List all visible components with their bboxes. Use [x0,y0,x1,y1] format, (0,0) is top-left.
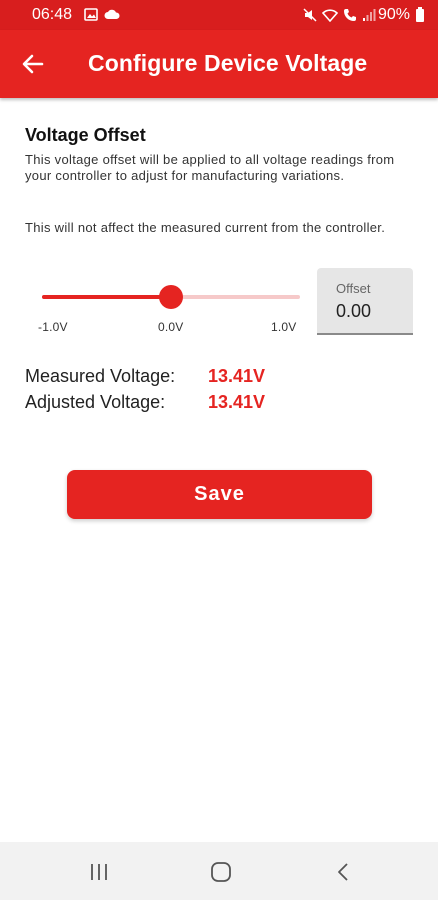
page-title: Configure Device Voltage [88,50,368,76]
save-button[interactable]: Save [67,470,372,519]
slider-max-label: 1.0V [271,320,297,334]
measured-voltage-row: Measured Voltage: 13.41V [25,366,265,387]
recents-icon[interactable] [87,860,111,884]
back-arrow-icon[interactable] [18,50,48,78]
image-icon [84,8,98,21]
slider-fill [42,295,171,299]
slider-min-label: -1.0V [38,320,68,334]
offset-input[interactable]: Offset 0.00 [317,268,413,335]
measured-voltage-value: 13.41V [208,366,266,386]
section-title: Voltage Offset [25,125,146,145]
adjusted-voltage-value: 13.41V [208,392,266,412]
offset-slider[interactable] [42,284,300,310]
status-icons-right [303,8,376,22]
adjusted-voltage-label: Adjusted Voltage: [25,392,166,412]
adjusted-voltage-row: Adjusted Voltage: 13.41V [25,392,265,413]
system-nav-bar [0,842,438,900]
status-time: 06:48 [32,6,73,23]
cloud-icon [104,9,120,19]
offset-note: This will not affect the measured curren… [25,220,386,235]
app-bar: Configure Device Voltage [0,30,438,98]
offset-input-label: Offset [336,281,371,296]
home-icon[interactable] [209,860,233,884]
battery-level: 90% [377,6,410,23]
offset-input-value[interactable]: 0.00 [336,301,371,322]
signal-icon [363,9,376,21]
mute-icon [303,8,317,22]
status-icons-left [84,8,120,21]
status-bar: 06:48 90% [0,0,438,30]
slider-thumb[interactable] [159,285,183,309]
measured-voltage-label: Measured Voltage: [25,366,176,386]
offset-description: This voltage offset will be applied to a… [25,152,395,183]
battery-icon [416,7,424,22]
wifi-icon [322,9,338,22]
wifi-call-icon [344,9,356,21]
slider-mid-label: 0.0V [158,320,184,334]
back-icon[interactable] [332,860,356,884]
